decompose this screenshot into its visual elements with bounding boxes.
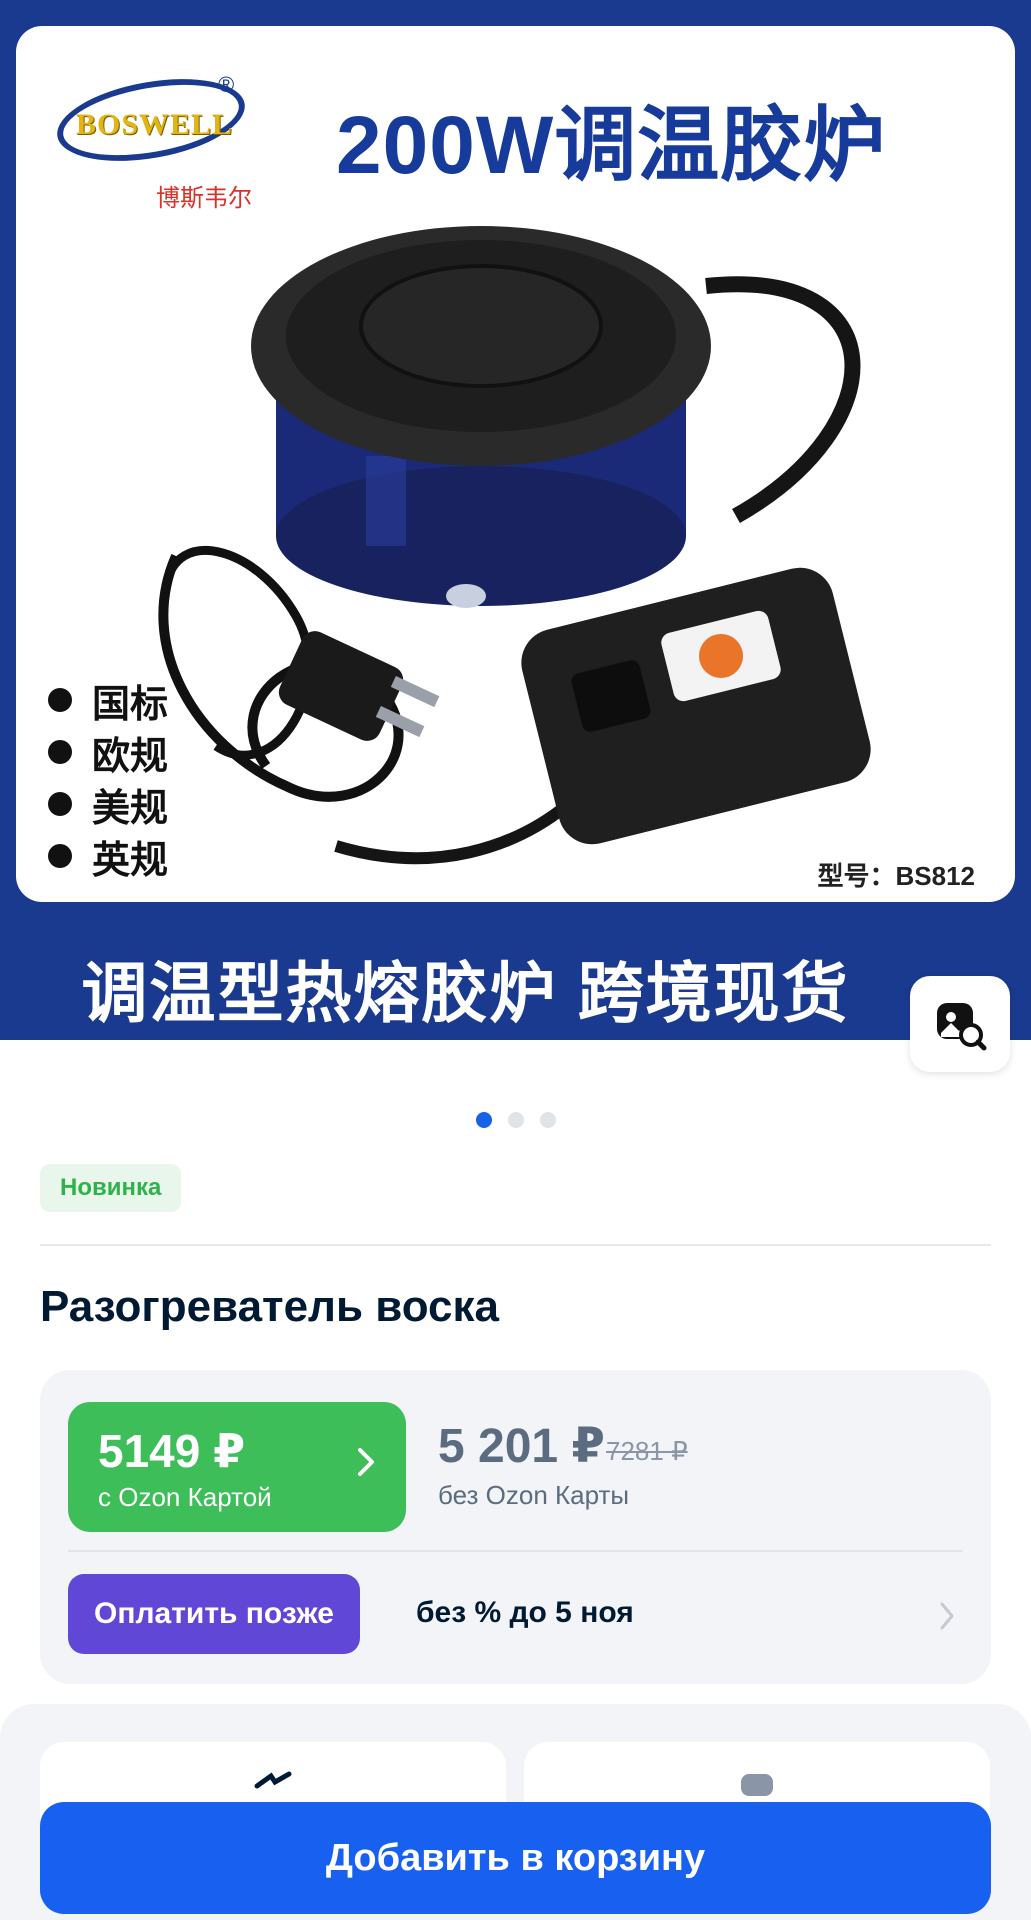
visual-search-button[interactable]	[910, 976, 1010, 1072]
standard-item: 美规	[48, 778, 168, 830]
model-number: 型号：BS812	[817, 861, 976, 891]
pay-later-button[interactable]: Оплатить позже	[68, 1574, 360, 1654]
question-icon	[741, 1774, 773, 1796]
standard-item: 英规	[48, 830, 168, 882]
chevron-right-icon[interactable]	[937, 1598, 957, 1634]
divider	[68, 1550, 963, 1552]
gallery-pager	[0, 1112, 1031, 1128]
standard-item: 国标	[48, 674, 168, 726]
product-title: Разогреватель воска	[40, 1282, 500, 1331]
visual-search-icon	[937, 1003, 987, 1051]
regular-price-caption: без Ozon Карты	[438, 1480, 630, 1510]
bullet-icon	[48, 844, 72, 868]
bullet-icon	[48, 740, 72, 764]
pager-dot-active[interactable]	[475, 1112, 492, 1128]
standard-item: 欧规	[48, 726, 168, 778]
price-card: 5149 ₽ с Ozon Картой 5 201 ₽ 7281 ₽ без …	[40, 1370, 991, 1684]
product-image-gallery[interactable]: BOSWELL ® 博斯韦尔 200W调温胶炉 国标 欧规 美规 英规 型号：B…	[0, 0, 1031, 1040]
ozon-card-caption: с Ozon Картой	[98, 1482, 272, 1512]
regular-price: 5 201 ₽	[438, 1420, 605, 1473]
brand-logo: BOSWELL ® 博斯韦尔	[46, 52, 266, 212]
pay-later-terms[interactable]: без % до 5 ноя	[416, 1596, 634, 1630]
new-badge: Новинка	[40, 1164, 182, 1212]
delivery-icon	[254, 1771, 292, 1789]
product-image[interactable]: BOSWELL ® 博斯韦尔 200W调温胶炉 国标 欧规 美规 英规 型号：B…	[16, 26, 1015, 902]
pager-dot[interactable]	[539, 1112, 556, 1128]
add-to-cart-button[interactable]: Добавить в корзину	[40, 1802, 991, 1914]
divider	[40, 1244, 991, 1246]
bullet-icon	[48, 792, 72, 816]
pager-dot[interactable]	[507, 1112, 524, 1128]
ozon-card-price-button[interactable]: 5149 ₽ с Ozon Картой	[68, 1402, 406, 1532]
image-headline: 200W调温胶炉	[336, 100, 887, 191]
chevron-right-icon	[358, 1448, 374, 1476]
product-photo	[158, 226, 871, 865]
ozon-card-price: 5149 ₽	[98, 1425, 246, 1477]
plug-standards-list: 国标 欧规 美规 英规	[48, 674, 168, 882]
old-price: 7281 ₽	[606, 1436, 688, 1466]
bullet-icon	[48, 688, 72, 712]
image-subtitle: 调温型热熔胶炉 跨境现货	[81, 956, 850, 1030]
